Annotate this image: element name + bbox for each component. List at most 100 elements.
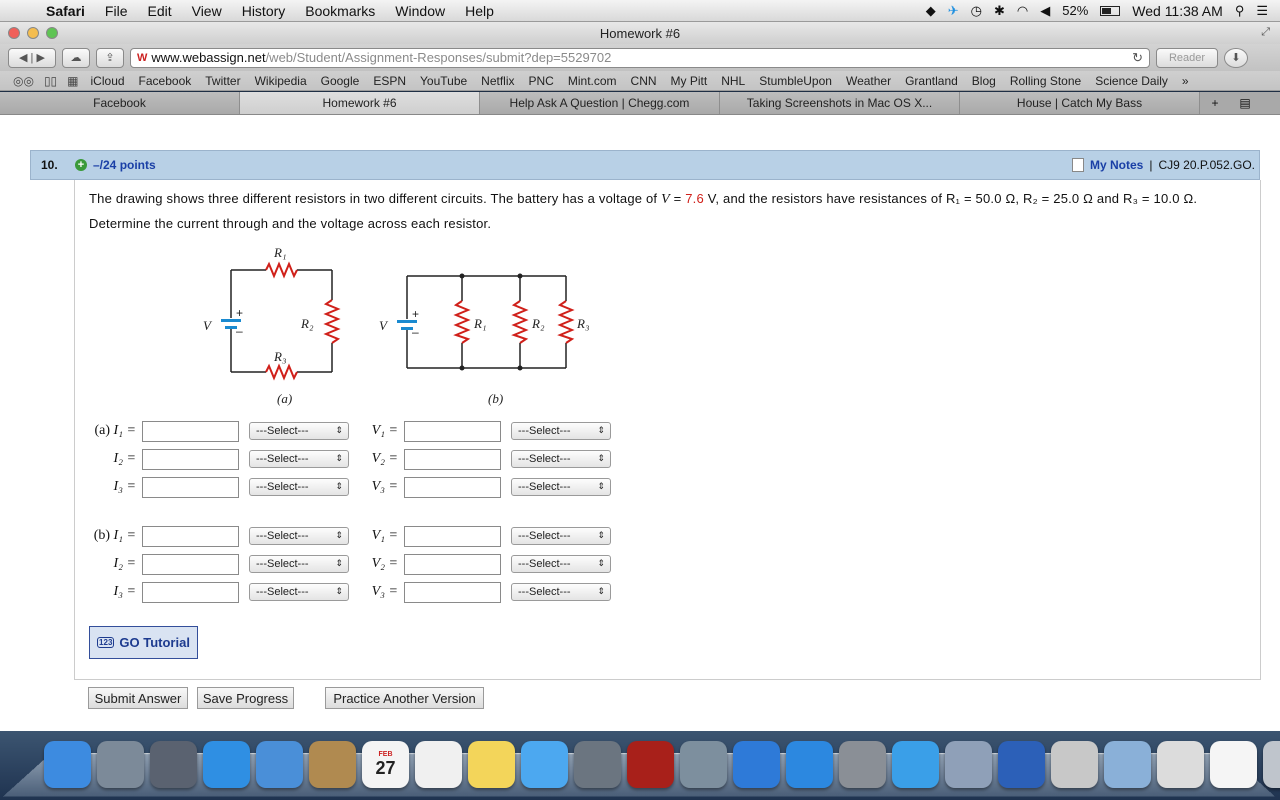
bookmark-netflix[interactable]: Netflix xyxy=(474,74,521,88)
time-machine-icon[interactable]: ◷ xyxy=(971,3,982,19)
input-a-i1[interactable] xyxy=(142,420,239,442)
bookmark-nhl[interactable]: NHL xyxy=(714,74,752,88)
text-edit-icon[interactable] xyxy=(1210,741,1257,788)
app-store-icon[interactable] xyxy=(786,741,833,788)
expand-plus-icon[interactable]: + xyxy=(75,159,87,171)
back-forward-buttons[interactable]: ◀ | ▶ xyxy=(8,47,56,68)
bookmark-blog[interactable]: Blog xyxy=(965,74,1003,88)
safari-icon[interactable] xyxy=(203,741,250,788)
notes-icon[interactable] xyxy=(468,741,515,788)
practice-another-version-button[interactable]: Practice Another Version xyxy=(325,687,484,709)
bookmark-rolling-stone[interactable]: Rolling Stone xyxy=(1003,74,1088,88)
input-b-i3[interactable] xyxy=(142,581,239,603)
trash-icon[interactable] xyxy=(1263,741,1280,788)
menu-help[interactable]: Help xyxy=(455,3,504,19)
script-editor-icon[interactable] xyxy=(945,741,992,788)
select-a-v1-units[interactable]: ---Select--- ⇕ xyxy=(511,422,611,440)
bookmark-espn[interactable]: ESPN xyxy=(366,74,413,88)
input-b-v1[interactable] xyxy=(404,525,501,547)
bookmarks-overflow-icon[interactable]: » xyxy=(1175,74,1196,88)
select-a-i2-units[interactable]: ---Select--- ⇕ xyxy=(249,450,349,468)
new-tab-plus-icon[interactable]: + xyxy=(1200,92,1230,114)
volume-icon[interactable]: ◀ xyxy=(1040,3,1050,19)
reading-list-icon[interactable]: ◎◎ xyxy=(8,74,39,88)
reader-button[interactable]: Reader xyxy=(1156,47,1218,68)
share-button[interactable]: ⇪ xyxy=(96,47,124,68)
select-a-i1-units[interactable]: ---Select--- ⇕ xyxy=(249,422,349,440)
itunes-icon[interactable] xyxy=(733,741,780,788)
spotlight-search-icon[interactable]: ⚲ xyxy=(1235,3,1245,19)
go-tutorial-button[interactable]: 123 GO Tutorial xyxy=(89,626,198,659)
tab-chegg[interactable]: Help Ask A Question | Chegg.com xyxy=(480,92,720,114)
select-b-v3-units[interactable]: ---Select--- ⇕ xyxy=(511,583,611,601)
system-preferences-icon[interactable] xyxy=(839,741,886,788)
forward-arrow-icon[interactable]: ▶ xyxy=(36,51,44,64)
bookmarks-book-icon[interactable]: ▯▯ xyxy=(39,74,62,88)
menu-bookmarks[interactable]: Bookmarks xyxy=(295,3,385,19)
input-b-i2[interactable] xyxy=(142,553,239,575)
calculator-icon[interactable] xyxy=(1051,741,1098,788)
select-b-i2-units[interactable]: ---Select--- ⇕ xyxy=(249,555,349,573)
fullscreen-icon[interactable]: ⤢ xyxy=(1261,26,1270,39)
battery-icon[interactable] xyxy=(1100,5,1121,16)
select-b-i3-units[interactable]: ---Select--- ⇕ xyxy=(249,583,349,601)
address-bar[interactable]: W www.webassign.net/web/Student/Assignme… xyxy=(130,47,1150,68)
select-b-v2-units[interactable]: ---Select--- ⇕ xyxy=(511,555,611,573)
bookmark-weather[interactable]: Weather xyxy=(839,74,898,88)
top-sites-grid-icon[interactable]: ▦ xyxy=(62,74,83,88)
reload-icon[interactable]: ↻ xyxy=(1132,50,1143,66)
contacts-icon[interactable] xyxy=(309,741,356,788)
clock[interactable]: Wed 11:38 AM xyxy=(1132,3,1223,19)
iphoto-icon[interactable] xyxy=(680,741,727,788)
photo-booth-icon[interactable] xyxy=(627,741,674,788)
finder-icon[interactable] xyxy=(44,741,91,788)
input-a-v2[interactable] xyxy=(404,448,501,470)
bookmark-twitter[interactable]: Twitter xyxy=(198,74,247,88)
bookmark-icloud[interactable]: iCloud xyxy=(84,74,132,88)
wifi-icon[interactable]: ◠ xyxy=(1017,3,1028,19)
photo-browser-icon[interactable] xyxy=(150,741,197,788)
calendar-icon[interactable]: FEB 27 xyxy=(362,741,409,788)
facetime-icon[interactable] xyxy=(574,741,621,788)
submit-answer-button[interactable]: Submit Answer xyxy=(88,687,188,709)
bluetooth-icon[interactable]: ✱ xyxy=(994,3,1005,19)
documents-folder-icon[interactable] xyxy=(1104,741,1151,788)
select-b-v1-units[interactable]: ---Select--- ⇕ xyxy=(511,527,611,545)
menu-history[interactable]: History xyxy=(232,3,296,19)
keynote-icon[interactable] xyxy=(998,741,1045,788)
twitter-icon[interactable] xyxy=(892,741,939,788)
input-a-i2[interactable] xyxy=(142,448,239,470)
select-b-i1-units[interactable]: ---Select--- ⇕ xyxy=(249,527,349,545)
bookmark-grantland[interactable]: Grantland xyxy=(898,74,965,88)
my-notes-link[interactable]: My Notes xyxy=(1090,158,1143,172)
notification-center-icon[interactable]: ☰ xyxy=(1256,3,1268,19)
input-b-v2[interactable] xyxy=(404,553,501,575)
select-a-v2-units[interactable]: ---Select--- ⇕ xyxy=(511,450,611,468)
input-a-i3[interactable] xyxy=(142,476,239,498)
tab-taking-screenshots[interactable]: Taking Screenshots in Mac OS X... xyxy=(720,92,960,114)
menu-app-safari[interactable]: Safari xyxy=(36,3,95,19)
tab-facebook[interactable]: Facebook xyxy=(0,92,240,114)
reminders-icon[interactable] xyxy=(415,741,462,788)
bookmark-google[interactable]: Google xyxy=(314,74,367,88)
back-arrow-icon[interactable]: ◀ xyxy=(19,51,27,64)
launchpad-icon[interactable] xyxy=(97,741,144,788)
input-b-i1[interactable] xyxy=(142,525,239,547)
bookmark-youtube[interactable]: YouTube xyxy=(413,74,474,88)
bookmark-pnc[interactable]: PNC xyxy=(522,74,561,88)
bookmark-my-pitt[interactable]: My Pitt xyxy=(664,74,715,88)
bookmark-mint[interactable]: Mint.com xyxy=(561,74,624,88)
bookmark-science-daily[interactable]: Science Daily xyxy=(1088,74,1175,88)
bookmark-cnn[interactable]: CNN xyxy=(624,74,664,88)
bookmark-facebook[interactable]: Facebook xyxy=(132,74,199,88)
menu-view[interactable]: View xyxy=(182,3,232,19)
menu-edit[interactable]: Edit xyxy=(137,3,181,19)
downloads-button[interactable]: ⬇ xyxy=(1224,47,1248,68)
input-b-v3[interactable] xyxy=(404,581,501,603)
save-progress-button[interactable]: Save Progress xyxy=(197,687,294,709)
tab-homework-6[interactable]: Homework #6 xyxy=(240,92,480,114)
tab-catch-my-bass[interactable]: House | Catch My Bass xyxy=(960,92,1200,114)
bookmark-wikipedia[interactable]: Wikipedia xyxy=(248,74,314,88)
close-window-button[interactable] xyxy=(8,27,20,39)
messages-icon[interactable] xyxy=(521,741,568,788)
